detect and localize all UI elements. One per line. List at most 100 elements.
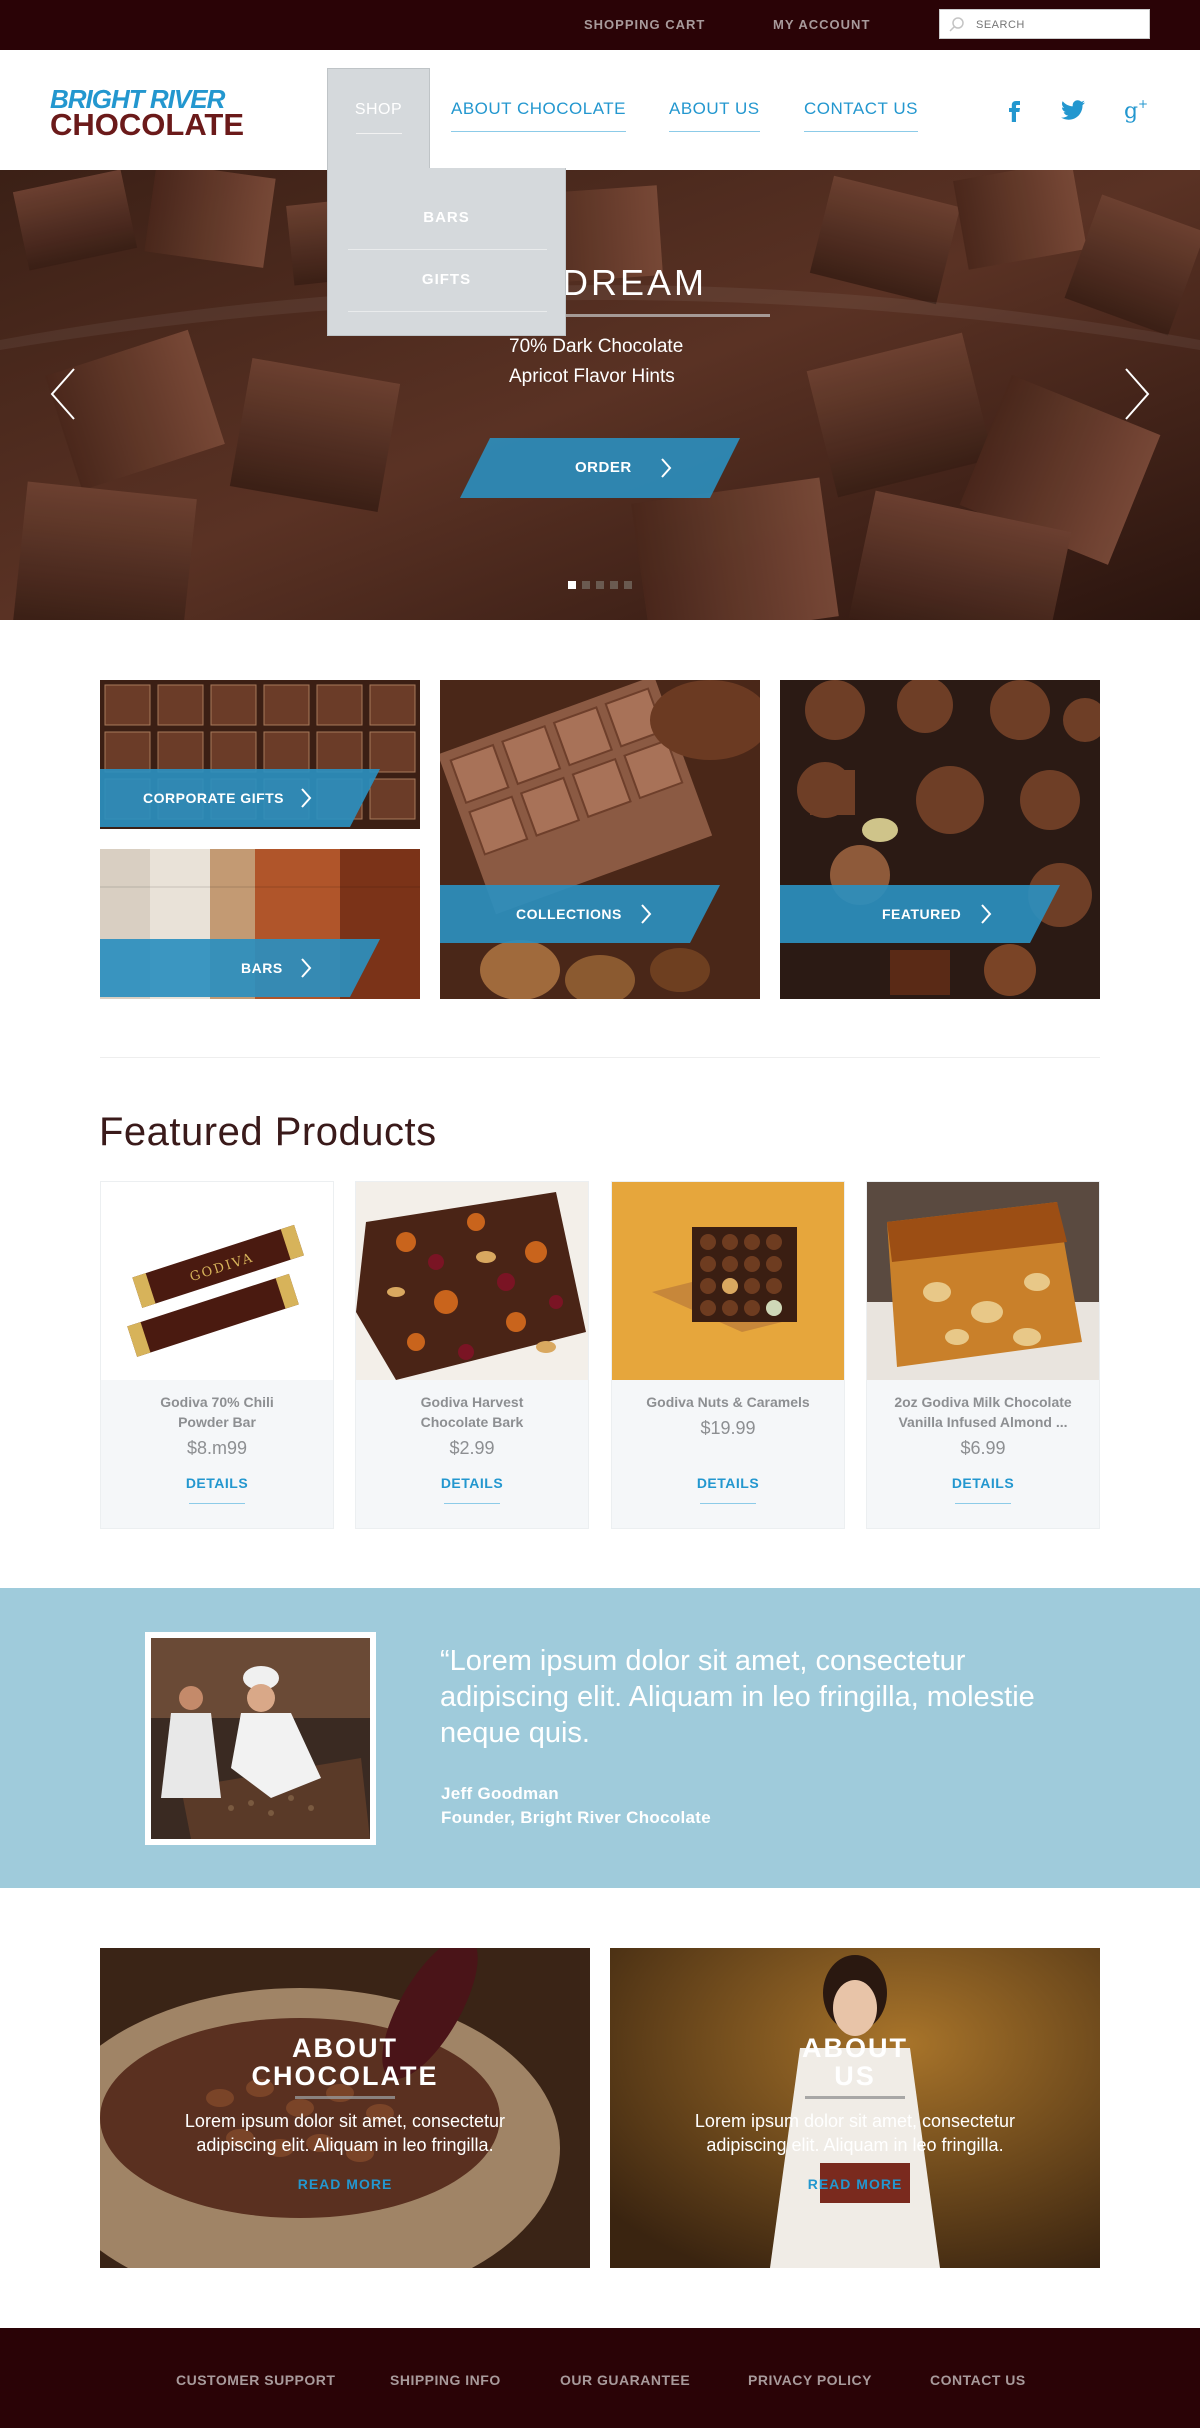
svg-text:+: + bbox=[1138, 97, 1148, 111]
nav-shop-underline bbox=[356, 133, 402, 134]
facebook-icon[interactable] bbox=[999, 94, 1029, 124]
product-details-link[interactable]: DETAILS bbox=[867, 1475, 1099, 1491]
product-image bbox=[612, 1182, 844, 1380]
footer-contact-us[interactable]: CONTACT US bbox=[930, 2372, 1026, 2388]
footer-shipping-info[interactable]: SHIPPING INFO bbox=[390, 2372, 501, 2388]
top-bar: SHOPPING CART MY ACCOUNT bbox=[0, 0, 1200, 50]
hero-subtitle-1: 70% Dark Chocolate bbox=[509, 336, 684, 357]
product-name: Godiva Harvest Chocolate Bark bbox=[420, 1394, 524, 1430]
slider-next-arrow[interactable] bbox=[1122, 366, 1152, 422]
tile-corporate-gifts[interactable]: CORPORATE GIFTS bbox=[100, 680, 420, 829]
details-underline bbox=[444, 1503, 500, 1504]
testimonial-photo bbox=[145, 1632, 376, 1845]
logo-line-2: CHOCOLATE bbox=[50, 107, 245, 142]
footer-customer-support[interactable]: CUSTOMER SUPPORT bbox=[176, 2372, 335, 2388]
tile-bars[interactable]: BARS bbox=[100, 849, 420, 999]
product-card[interactable]: Godiva Nuts & Caramels $19.99 DETAILS bbox=[611, 1181, 845, 1529]
about-us-read-more[interactable]: READ MORE bbox=[610, 2176, 1100, 2192]
details-underline bbox=[700, 1503, 756, 1504]
about-us-heading-2: US bbox=[834, 2061, 876, 2091]
testimonial-quote: “Lorem ipsum dolor sit amet, consectetur… bbox=[440, 1645, 1035, 1749]
product-details-link[interactable]: DETAILS bbox=[356, 1475, 588, 1491]
bars-label: BARS bbox=[241, 960, 283, 976]
product-price: $2.99 bbox=[449, 1438, 495, 1458]
site-footer: CUSTOMER SUPPORT SHIPPING INFO OUR GUARA… bbox=[0, 2328, 1200, 2428]
testimonial-role: Founder, Bright River Chocolate bbox=[441, 1808, 711, 1827]
about-us-box[interactable]: ABOUT US Lorem ipsum dolor sit amet, con… bbox=[610, 1948, 1100, 2268]
nav-shop-label: SHOP bbox=[354, 101, 403, 118]
slider-prev-arrow[interactable] bbox=[48, 366, 78, 422]
brand-logo[interactable]: BRIGHT RIVER CHOCOLATE bbox=[50, 86, 268, 142]
slider-dot[interactable] bbox=[610, 581, 618, 589]
about-us-heading-1: ABOUT bbox=[802, 2033, 908, 2063]
featured-label: FEATURED bbox=[882, 906, 962, 922]
footer-our-guarantee[interactable]: OUR GUARANTEE bbox=[560, 2372, 690, 2388]
product-image: GODIVA bbox=[101, 1182, 333, 1380]
footer-privacy-policy[interactable]: PRIVACY POLICY bbox=[748, 2372, 872, 2388]
tile-collections[interactable]: COLLECTIONS bbox=[440, 680, 760, 999]
order-button[interactable]: ORDER bbox=[460, 438, 740, 498]
about-chocolate-heading-1: ABOUT bbox=[292, 2033, 398, 2063]
search-icon bbox=[949, 17, 964, 32]
nav-about-chocolate[interactable]: ABOUT CHOCOLATE bbox=[451, 99, 627, 132]
product-card[interactable]: 2oz Godiva Milk Chocolate Vanilla Infused… bbox=[866, 1181, 1100, 1529]
testimonial-section: “Lorem ipsum dolor sit amet, consectetur… bbox=[0, 1588, 1200, 1888]
dropdown-divider bbox=[348, 249, 547, 250]
about-chocolate-body: Lorem ipsum dolor sit amet, consectetur … bbox=[184, 2111, 506, 2155]
hero-slider: AN DREAM 70% Dark Chocolate Apricot Flav… bbox=[0, 170, 1200, 620]
nav-contact-us[interactable]: CONTACT US bbox=[804, 99, 918, 132]
about-chocolate-read-more[interactable]: READ MORE bbox=[100, 2176, 590, 2192]
hero-subtitle-2: Apricot Flavor Hints bbox=[509, 366, 675, 387]
product-card[interactable]: Godiva Harvest Chocolate Bark $2.99 DETAI… bbox=[355, 1181, 589, 1529]
about-chocolate-rule bbox=[295, 2096, 395, 2099]
featured-image bbox=[780, 680, 1100, 999]
product-price: $8.m99 bbox=[186, 1438, 248, 1458]
slider-dot[interactable] bbox=[568, 581, 576, 589]
about-chocolate-heading-2: CHOCOLATE bbox=[251, 2061, 439, 2091]
collections-label: COLLECTIONS bbox=[516, 906, 622, 922]
product-card[interactable]: GODIVA Godiva 70% Chili Powder Bar $8.m99… bbox=[100, 1181, 334, 1529]
chevron-right-icon bbox=[641, 904, 652, 924]
corporate-gifts-label: CORPORATE GIFTS bbox=[143, 790, 285, 806]
product-details-link[interactable]: DETAILS bbox=[101, 1475, 333, 1491]
product-details-link[interactable]: DETAILS bbox=[612, 1475, 844, 1491]
dropdown-item-gifts[interactable]: GIFTS bbox=[328, 271, 565, 288]
cocoa-beans-image bbox=[100, 1948, 590, 2268]
details-underline bbox=[955, 1503, 1011, 1504]
slider-dot[interactable] bbox=[582, 581, 590, 589]
hero-background-image bbox=[0, 170, 1200, 620]
product-price: $6.99 bbox=[960, 1438, 1006, 1458]
site-header: BRIGHT RIVER CHOCOLATE SHOP ABOUT CHOCOL… bbox=[0, 50, 1200, 170]
about-chocolate-box[interactable]: ABOUT CHOCOLATE Lorem ipsum dolor sit am… bbox=[100, 1948, 590, 2268]
search-box[interactable] bbox=[939, 9, 1150, 39]
svg-text:g: g bbox=[1124, 99, 1138, 124]
product-name: Godiva Nuts & Caramels bbox=[646, 1394, 810, 1410]
nav-shop[interactable]: SHOP bbox=[327, 68, 430, 170]
slider-dots bbox=[568, 576, 638, 594]
nav-about-us[interactable]: ABOUT US bbox=[669, 99, 760, 132]
featured-products-title: Featured Products bbox=[99, 1110, 437, 1154]
collections-image bbox=[440, 680, 760, 999]
dropdown-item-bars[interactable]: BARS bbox=[328, 209, 565, 226]
shopping-cart-link[interactable]: SHOPPING CART bbox=[584, 17, 705, 32]
about-us-rule bbox=[805, 2096, 905, 2099]
chevron-right-icon bbox=[301, 958, 312, 978]
product-price: $19.99 bbox=[700, 1418, 756, 1438]
product-image bbox=[867, 1182, 1099, 1380]
chocolatier-image bbox=[610, 1948, 1100, 2268]
search-input[interactable] bbox=[976, 15, 1141, 35]
tile-featured[interactable]: FEATURED bbox=[780, 680, 1100, 999]
chevron-right-icon bbox=[301, 788, 312, 808]
dropdown-divider bbox=[348, 311, 547, 312]
about-us-body: Lorem ipsum dolor sit amet, consectetur … bbox=[694, 2111, 1016, 2155]
google-plus-icon[interactable]: g + bbox=[1122, 94, 1152, 124]
slider-dot[interactable] bbox=[596, 581, 604, 589]
chevron-right-icon bbox=[661, 458, 672, 478]
product-image bbox=[356, 1182, 588, 1380]
my-account-link[interactable]: MY ACCOUNT bbox=[773, 17, 870, 32]
order-button-label: ORDER bbox=[575, 459, 632, 476]
twitter-icon[interactable] bbox=[1058, 94, 1088, 124]
chevron-right-icon bbox=[981, 904, 992, 924]
slider-dot[interactable] bbox=[624, 581, 632, 589]
product-name: Godiva 70% Chili Powder Bar bbox=[160, 1394, 274, 1430]
